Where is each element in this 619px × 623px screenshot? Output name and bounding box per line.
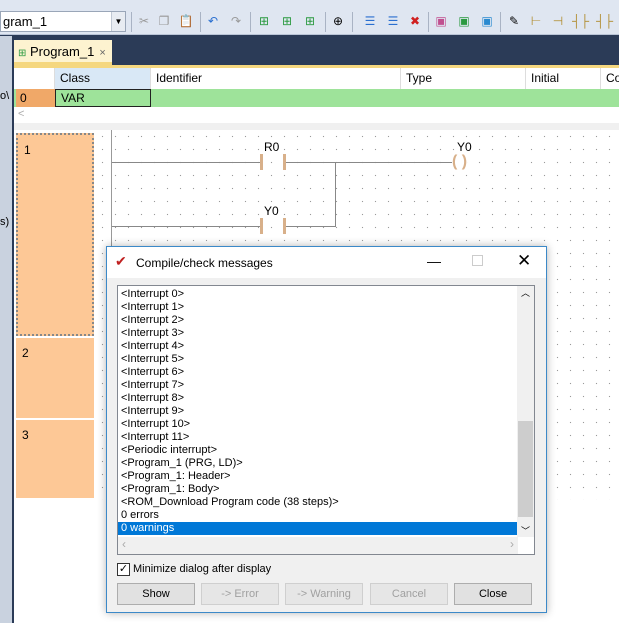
messages-list[interactable]: <Interrupt 0> <Interrupt 1> <Interrupt 2> <… [117, 285, 535, 555]
message-item[interactable]: 0 warnings [118, 522, 517, 535]
separator [200, 12, 201, 32]
chevron-up-icon[interactable]: ︿ [517, 286, 534, 299]
contact-icon[interactable]: ┤├ [572, 13, 589, 29]
network-number[interactable]: 1 [16, 133, 94, 336]
scroll-thumb[interactable] [518, 421, 533, 517]
separator [131, 12, 132, 32]
message-item[interactable]: <Interrupt 7> [118, 379, 517, 392]
declaration-header: Class Identifier Type Initial Co [14, 68, 619, 89]
minimize-icon[interactable]: — [427, 253, 441, 269]
menu-strip [0, 0, 619, 8]
cut-icon[interactable]: ✂ [136, 13, 152, 29]
program-icon[interactable]: ▣ [456, 13, 472, 29]
compile-check-icon: ✔ [115, 253, 127, 269]
contact-y0[interactable] [260, 218, 286, 234]
message-item[interactable]: <Interrupt 4> [118, 340, 517, 353]
warning-button[interactable]: -> Warning [285, 583, 363, 605]
message-item[interactable]: <Interrupt 8> [118, 392, 517, 405]
close-icon[interactable]: × [99, 47, 105, 59]
separator [352, 12, 353, 32]
cancel-button[interactable]: Cancel [370, 583, 448, 605]
column-header[interactable]: Class [55, 68, 151, 89]
message-item[interactable]: <Interrupt 9> [118, 405, 517, 418]
contact-r0[interactable] [260, 154, 286, 170]
separator [500, 12, 501, 32]
tab-program-1[interactable]: ⊞ Program_1 × [14, 40, 112, 65]
minimize-checkbox[interactable]: ✓ [117, 563, 130, 576]
toolbar: gram_1 ▼ ✂ ❐ 📋 ↶ ↷ ⊞ ⊞ ⊞ ⊕ ☰ ☰ ✖ ▣ ▣ ▣ ✎ … [0, 8, 619, 35]
message-item[interactable]: <Interrupt 11> [118, 431, 517, 444]
contact-icon[interactable]: ┤├ [596, 13, 613, 29]
program-icon: ⊞ [18, 48, 27, 59]
dialog-titlebar: ✔ Compile/check messages — ✕ [107, 247, 546, 278]
network-number[interactable]: 2 [16, 338, 94, 418]
message-item[interactable]: <Periodic interrupt> [118, 444, 517, 457]
message-item[interactable]: <Interrupt 1> [118, 301, 517, 314]
message-item[interactable]: <Interrupt 6> [118, 366, 517, 379]
column-header[interactable]: Type [401, 68, 526, 89]
edit-icon[interactable]: ▣ [433, 13, 449, 29]
chevron-left-icon[interactable]: ‹ [122, 537, 126, 551]
transfer-icon[interactable]: ⊕ [330, 13, 346, 29]
program-combo[interactable]: gram_1 ▼ [0, 11, 126, 32]
insert-network-icon[interactable]: ☰ [362, 13, 378, 29]
show-button[interactable]: Show [117, 583, 195, 605]
compile-all-icon[interactable]: ⊞ [279, 13, 295, 29]
message-item[interactable]: <Program_1: Body> [118, 483, 517, 496]
separator [428, 12, 429, 32]
message-item[interactable]: <Interrupt 2> [118, 314, 517, 327]
declaration-row[interactable]: 0 VAR [14, 89, 619, 107]
message-item[interactable]: <ROM_Download Program code (38 steps)> [118, 496, 517, 509]
wire [112, 162, 260, 163]
navigator-panel: o\ s) [0, 36, 12, 623]
network-number[interactable]: 3 [16, 420, 94, 498]
message-item[interactable]: <Program_1 (PRG, LD)> [118, 457, 517, 470]
chevron-down-icon[interactable]: ﹀ [517, 524, 534, 537]
message-item[interactable]: <Interrupt 3> [118, 327, 517, 340]
message-item[interactable]: 0 errors [118, 509, 517, 522]
wire-icon[interactable]: ⊣ [550, 13, 566, 29]
wire [112, 226, 260, 227]
chevron-right-icon[interactable]: › [510, 537, 514, 551]
separator [325, 12, 326, 32]
close-button[interactable]: Close [454, 583, 532, 605]
pencil-icon[interactable]: ✎ [506, 13, 522, 29]
separator [250, 12, 251, 32]
column-header[interactable]: Identifier [151, 68, 401, 89]
delete-network-icon[interactable]: ✖ [407, 13, 423, 29]
maximize-icon[interactable] [472, 255, 483, 266]
column-header[interactable]: Co [601, 68, 619, 89]
component-icon[interactable]: ▣ [479, 13, 495, 29]
message-item[interactable]: <Program_1: Header> [118, 470, 517, 483]
wire-icon[interactable]: ⊢ [528, 13, 544, 29]
append-network-icon[interactable]: ☰ [385, 13, 401, 29]
horizontal-scrollbar[interactable]: < [14, 107, 619, 123]
coil-y0[interactable]: ( ) [452, 153, 468, 171]
compile-messages-dialog: ✔ Compile/check messages — ✕ <Interrupt … [106, 246, 547, 613]
error-button[interactable]: -> Error [201, 583, 279, 605]
close-icon[interactable]: ✕ [517, 251, 531, 271]
undo-icon[interactable]: ↶ [205, 13, 221, 29]
compile-icon[interactable]: ⊞ [256, 13, 272, 29]
check-icon[interactable]: ⊞ [302, 13, 318, 29]
message-item[interactable]: <Interrupt 0> [118, 288, 517, 301]
chevron-down-icon[interactable]: ▼ [111, 12, 125, 31]
redo-icon[interactable]: ↷ [228, 13, 244, 29]
vertical-scrollbar[interactable]: ︿ ﹀ [517, 286, 534, 537]
horizontal-scrollbar[interactable]: ‹ › [118, 537, 518, 554]
wire [286, 226, 336, 227]
message-item[interactable]: <Interrupt 5> [118, 353, 517, 366]
class-cell[interactable]: VAR [55, 89, 151, 107]
wire [286, 162, 452, 163]
copy-icon[interactable]: ❐ [156, 13, 172, 29]
wire [335, 162, 336, 227]
column-header[interactable]: Initial [526, 68, 601, 89]
paste-icon[interactable]: 📋 [178, 13, 194, 29]
message-item[interactable]: <Interrupt 10> [118, 418, 517, 431]
